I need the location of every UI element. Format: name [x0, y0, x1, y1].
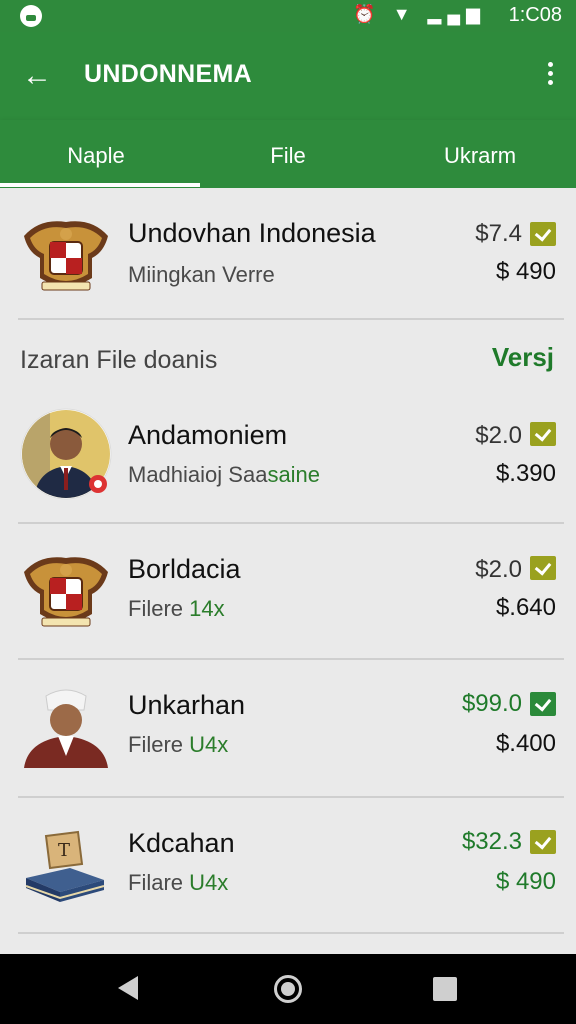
section-title: Izaran File doanis: [20, 346, 218, 374]
nav-recents-icon[interactable]: [433, 977, 457, 1001]
status-bar: ⏰ ▼ ▂▄▆ 1:C08: [0, 0, 576, 32]
nav-back-icon[interactable]: [118, 976, 138, 1000]
item-name: Borldacia: [128, 554, 241, 584]
item-name: Andamoniem: [128, 420, 288, 450]
more-vert-icon[interactable]: [542, 58, 558, 94]
list-item[interactable]: Andamoniem Madhiaioj Saasaine $2.0 $.390: [0, 400, 576, 524]
item-total: $.400: [495, 730, 556, 757]
item-price: $99.0: [461, 690, 522, 717]
divider: [18, 318, 564, 320]
tab-naple[interactable]: Naple: [0, 120, 192, 188]
list-item[interactable]: Unkarhan Filere U4x $99.0 $.400: [0, 660, 576, 798]
tab-file[interactable]: File: [192, 120, 384, 188]
item-subtitle: Miingkan Verre: [128, 262, 275, 287]
back-arrow-icon[interactable]: ←: [22, 56, 58, 96]
person-avatar: [20, 408, 112, 500]
item-price: $2.0: [475, 422, 522, 449]
item-price: $2.0: [475, 556, 522, 583]
person-avatar: [24, 689, 108, 768]
item-price: $32.3: [461, 828, 522, 855]
item-name: Unkarhan: [128, 690, 246, 720]
status-time: 1:C08: [508, 4, 562, 26]
list-item[interactable]: T Kdcahan Filare U4x $32.3 $ 490: [0, 798, 576, 934]
item-total: $.640: [495, 594, 556, 621]
garuda-emblem-icon: [24, 557, 108, 627]
svg-text:T: T: [58, 840, 70, 861]
checkbox-checked-icon[interactable]: [530, 422, 556, 446]
item-name: Kdcahan: [128, 828, 235, 858]
notification-icon: [20, 5, 42, 27]
checkbox-checked-icon[interactable]: [530, 222, 556, 246]
garuda-emblem-icon: [24, 221, 108, 291]
item-total: $.390: [495, 460, 556, 487]
item-subtitle: Filere 14x: [128, 596, 225, 621]
tab-bar: Naple File Ukrarm: [0, 120, 576, 188]
divider: [18, 932, 564, 934]
tab-indicator: [0, 183, 200, 187]
item-subtitle: Filere U4x: [128, 732, 229, 757]
item-total: $ 490: [495, 258, 556, 285]
checkbox-checked-icon[interactable]: [530, 830, 556, 854]
checkbox-checked-icon[interactable]: [530, 556, 556, 580]
app-bar: ← UNDONNEMA: [0, 32, 576, 120]
system-nav-bar: [0, 954, 576, 1024]
item-name: Undovhan Indonesia: [128, 218, 376, 248]
section-action-link[interactable]: Versj: [492, 342, 554, 373]
book-icon: T: [25, 830, 105, 902]
nav-home-icon[interactable]: [274, 975, 302, 1003]
item-total: $ 490: [495, 868, 556, 895]
item-price: $7.4: [475, 220, 522, 247]
tab-ukrarm[interactable]: Ukrarm: [384, 120, 576, 188]
list-item[interactable]: Undovhan Indonesia Miingkan Verre $7.4 $…: [0, 188, 576, 320]
item-subtitle: Filare U4x: [128, 870, 229, 895]
checkbox-checked-icon[interactable]: [530, 692, 556, 716]
status-icons: ⏰ ▼ ▂▄▆: [353, 4, 486, 24]
item-list: Undovhan Indonesia Miingkan Verre $7.4 $…: [0, 188, 576, 954]
app-title: UNDONNEMA: [84, 60, 252, 88]
list-item[interactable]: Borldacia Filere 14x $2.0 $.640: [0, 524, 576, 660]
item-subtitle: Madhiaioj Saasaine: [128, 462, 321, 487]
